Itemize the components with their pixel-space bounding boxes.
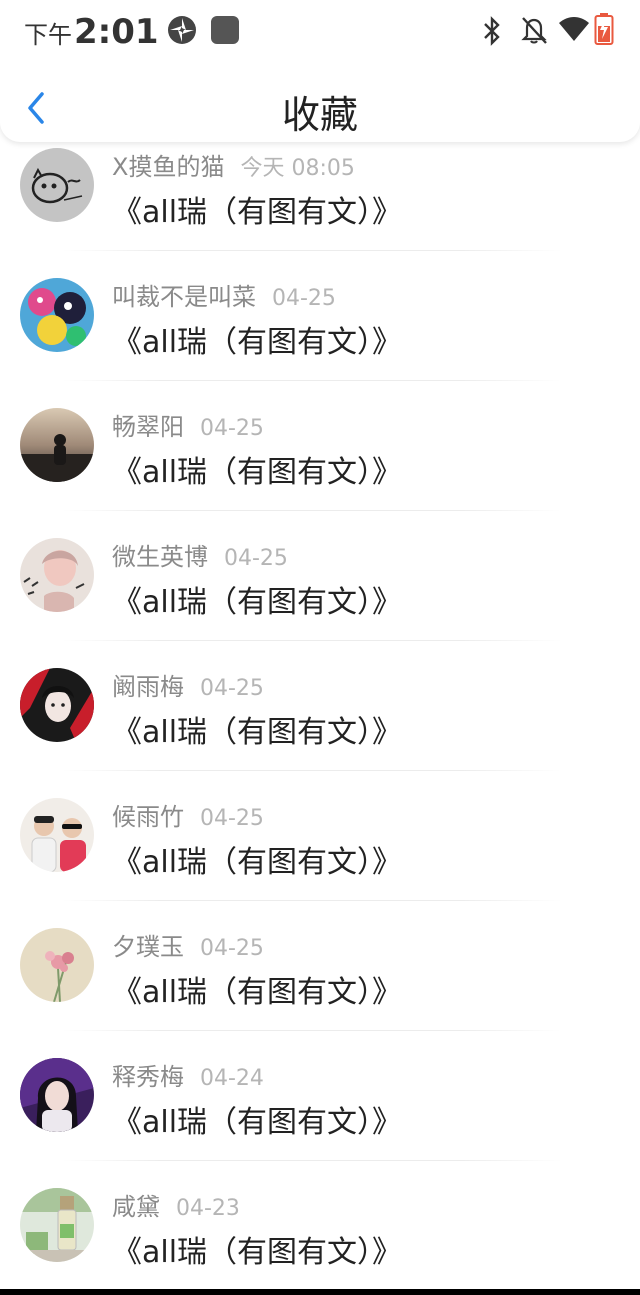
author-name-text: 叫裁不是叫菜: [112, 283, 256, 311]
author-name-text: 阚雨梅: [112, 673, 184, 701]
calligraphy-girl-avatar: [20, 538, 94, 612]
colorful-anime-avatar: [20, 278, 94, 352]
row-divider: [62, 1160, 562, 1161]
mute-bell-icon: [520, 15, 548, 49]
post-title: 《all瑞（有图有文）》: [112, 1105, 403, 1140]
favorite-item[interactable]: 释秀梅 04-24 《all瑞（有图有文）》: [0, 1040, 640, 1170]
favorite-item[interactable]: X摸鱼的猫 今天 08:05 《all瑞（有图有文）》: [0, 130, 640, 260]
post-title: 《all瑞（有图有文）》: [112, 585, 403, 620]
post-title: 《all瑞（有图有文）》: [112, 325, 403, 360]
favorite-item[interactable]: 候雨竹 04-25 《all瑞（有图有文）》: [0, 780, 640, 910]
author-name: 夕璞玉 04-25: [112, 927, 264, 962]
post-title: 《all瑞（有图有文）》: [112, 1235, 403, 1270]
author-name-text: 微生英博: [112, 543, 208, 571]
bluetooth-icon: [482, 16, 502, 50]
app-square-icon: [210, 15, 240, 49]
sync-icon: [166, 14, 198, 50]
favorite-item[interactable]: 阚雨梅 04-25 《all瑞（有图有文）》: [0, 650, 640, 780]
row-divider: [62, 770, 562, 771]
status-clock: 2:01: [74, 12, 159, 52]
row-divider: [62, 900, 562, 901]
post-date: 04-25: [200, 676, 264, 701]
top-bar: 下午 2:01 收藏: [0, 0, 640, 142]
post-date: 今天 08:05: [240, 156, 355, 181]
author-name-text: X摸鱼的猫: [112, 153, 225, 181]
post-date: 04-25: [272, 286, 336, 311]
row-divider: [62, 250, 562, 251]
post-date: 04-25: [200, 936, 264, 961]
favorite-item[interactable]: 微生英博 04-25 《all瑞（有图有文）》: [0, 520, 640, 650]
favorite-item[interactable]: 畅翠阳 04-25 《all瑞（有图有文）》: [0, 390, 640, 520]
post-date: 04-25: [200, 806, 264, 831]
row-divider: [62, 640, 562, 641]
row-divider: [62, 1030, 562, 1031]
status-ampm: 下午: [24, 21, 72, 49]
row-divider: [62, 380, 562, 381]
post-date: 04-23: [176, 1196, 240, 1221]
author-name: 释秀梅 04-24: [112, 1057, 264, 1092]
nav-bar: 收藏: [0, 76, 640, 140]
author-name: 微生英博 04-25: [112, 537, 288, 572]
author-name: 畅翠阳 04-25: [112, 407, 264, 442]
author-name: 候雨竹 04-25: [112, 797, 264, 832]
post-date: 04-24: [200, 1066, 264, 1091]
author-name: X摸鱼的猫 今天 08:05: [112, 147, 355, 182]
author-name-text: 候雨竹: [112, 803, 184, 831]
favorites-screen: 下午 2:01 收藏 X摸鱼的猫 今天 08:05 《all瑞（有图有文）》 叫…: [0, 0, 640, 1295]
red-black-portrait-avatar: [20, 668, 94, 742]
pink-flower-avatar: [20, 928, 94, 1002]
sketch-cat-avatar: [20, 148, 94, 222]
post-title: 《all瑞（有图有文）》: [112, 715, 403, 750]
author-name: 阚雨梅 04-25: [112, 667, 264, 702]
favorites-list: X摸鱼的猫 今天 08:05 《all瑞（有图有文）》 叫裁不是叫菜 04-25 《…: [0, 130, 640, 1295]
author-name-text: 咸黛: [112, 1193, 160, 1221]
post-date: 04-25: [224, 546, 288, 571]
page-title: 收藏: [281, 93, 358, 137]
post-title: 《all瑞（有图有文）》: [112, 845, 403, 880]
favorite-item[interactable]: 咸黛 04-23 《all瑞（有图有文）》: [0, 1170, 640, 1295]
favorite-item[interactable]: 夕璞玉 04-25 《all瑞（有图有文）》: [0, 910, 640, 1040]
bottle-still-life-avatar: [20, 1188, 94, 1262]
two-people-avatar: [20, 798, 94, 872]
status-time: 下午 2:01: [24, 12, 159, 52]
sunset-silhouette-avatar: [20, 408, 94, 482]
post-title: 《all瑞（有图有文）》: [112, 975, 403, 1010]
favorite-item[interactable]: 叫裁不是叫菜 04-25 《all瑞（有图有文）》: [0, 260, 640, 390]
author-name-text: 夕璞玉: [112, 933, 184, 961]
author-name-text: 畅翠阳: [112, 413, 184, 441]
author-name: 咸黛 04-23: [112, 1187, 240, 1222]
screen-bottom-edge: [0, 1289, 640, 1295]
post-title: 《all瑞（有图有文）》: [112, 455, 403, 490]
post-date: 04-25: [200, 416, 264, 441]
purple-portrait-avatar: [20, 1058, 94, 1132]
status-bar: 下午 2:01: [0, 0, 640, 64]
battery-charging-icon: [594, 12, 614, 50]
author-name-text: 释秀梅: [112, 1063, 184, 1091]
author-name: 叫裁不是叫菜 04-25: [112, 277, 336, 312]
post-title: 《all瑞（有图有文）》: [112, 195, 403, 230]
wifi-icon: [558, 16, 590, 46]
row-divider: [62, 510, 562, 511]
